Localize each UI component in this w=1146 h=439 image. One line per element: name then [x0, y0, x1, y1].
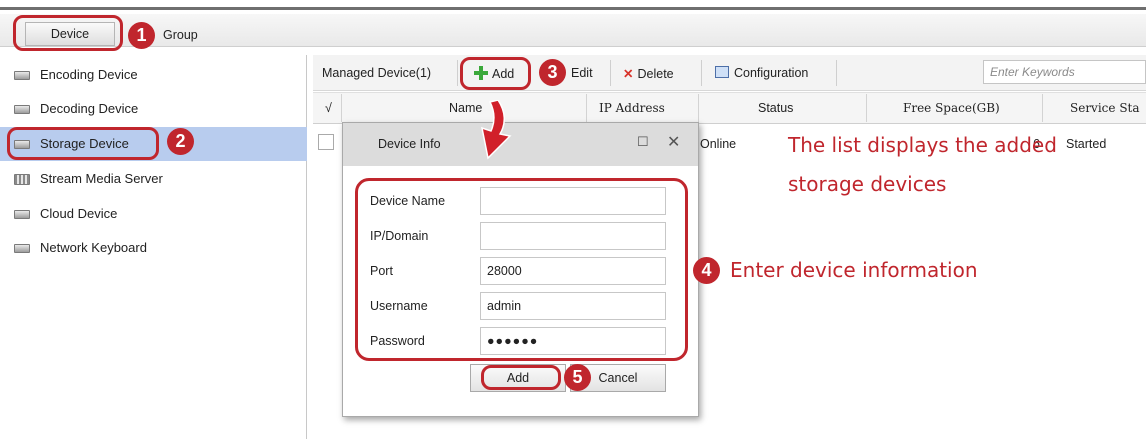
column-header-service-status[interactable]: Service Sta — [1070, 101, 1140, 115]
delete-button-label: Delete — [637, 67, 674, 81]
sidebar-item-label: Network Keyboard — [40, 240, 147, 255]
edit-button[interactable]: Edit — [571, 66, 593, 80]
toolbar-divider — [610, 60, 611, 86]
column-divider — [341, 94, 342, 122]
highlight-dialog-add-button — [481, 365, 561, 390]
delete-button[interactable]: ✕ Delete — [623, 66, 674, 81]
column-header-free-space[interactable]: Free Space(GB) — [903, 101, 1000, 115]
down-arrow-icon — [481, 100, 512, 160]
column-header-check[interactable]: √ — [325, 101, 332, 115]
search-input[interactable]: Enter Keywords — [983, 60, 1146, 84]
row-checkbox[interactable] — [318, 134, 334, 150]
monitor-icon — [715, 66, 729, 78]
column-divider — [1042, 94, 1043, 122]
column-header-ip-address[interactable]: IP Address — [599, 101, 665, 115]
step-badge-2: 2 — [167, 128, 194, 155]
highlight-device-info-form — [355, 178, 688, 361]
device-icon — [14, 105, 30, 114]
step-badge-3: 3 — [539, 59, 566, 86]
column-divider — [586, 94, 587, 122]
sidebar-item-encoding-device[interactable]: Encoding Device — [0, 58, 307, 92]
sidebar-item-decoding-device[interactable]: Decoding Device — [0, 92, 307, 126]
column-divider — [698, 94, 699, 122]
configuration-button-label: Configuration — [734, 66, 809, 80]
window-top-border — [0, 0, 1146, 10]
tab-group[interactable]: Group — [163, 28, 198, 42]
row-status: Online — [700, 137, 737, 151]
row-service-status: Started — [1066, 137, 1107, 151]
sidebar-item-label: Stream Media Server — [40, 171, 163, 186]
enter-info-note: Enter device information — [730, 258, 978, 282]
device-icon — [14, 71, 30, 80]
delete-x-icon: ✕ — [623, 67, 634, 81]
sidebar-item-stream-media-server[interactable]: Stream Media Server — [0, 162, 307, 196]
sidebar-item-network-keyboard[interactable]: Network Keyboard — [0, 231, 307, 265]
column-header-status[interactable]: Status — [758, 101, 793, 115]
close-icon[interactable]: ✕ — [667, 132, 680, 152]
managed-device-count: Managed Device(1) — [322, 66, 432, 80]
table-header — [313, 92, 1146, 124]
toolbar-divider — [836, 60, 837, 86]
highlight-device-tab — [13, 15, 123, 51]
list-note-line2: storage devices — [788, 172, 947, 196]
toolbar-divider — [701, 60, 702, 86]
device-icon — [14, 244, 30, 253]
maximize-icon[interactable]: ☐ — [637, 134, 649, 150]
sidebar-item-label: Encoding Device — [40, 67, 138, 82]
configuration-button[interactable]: Configuration — [715, 66, 808, 80]
server-icon — [14, 174, 30, 185]
highlight-storage-device — [7, 127, 159, 160]
list-note-line1: The list displays the added — [788, 133, 1057, 157]
edit-button-label: Edit — [571, 66, 593, 80]
column-divider — [866, 94, 867, 122]
device-type-sidebar: Encoding Device Decoding Device Storage … — [0, 55, 307, 439]
dialog-title: Device Info — [378, 137, 441, 151]
highlight-add-button — [460, 57, 531, 90]
step-badge-1: 1 — [128, 22, 155, 49]
step-badge-5: 5 — [564, 364, 591, 391]
sidebar-item-cloud-device[interactable]: Cloud Device — [0, 197, 307, 231]
sidebar-item-label: Cloud Device — [40, 206, 118, 221]
sidebar-item-label: Decoding Device — [40, 101, 139, 116]
device-icon — [14, 210, 30, 219]
step-badge-4: 4 — [693, 257, 720, 284]
toolbar-divider — [457, 60, 458, 86]
